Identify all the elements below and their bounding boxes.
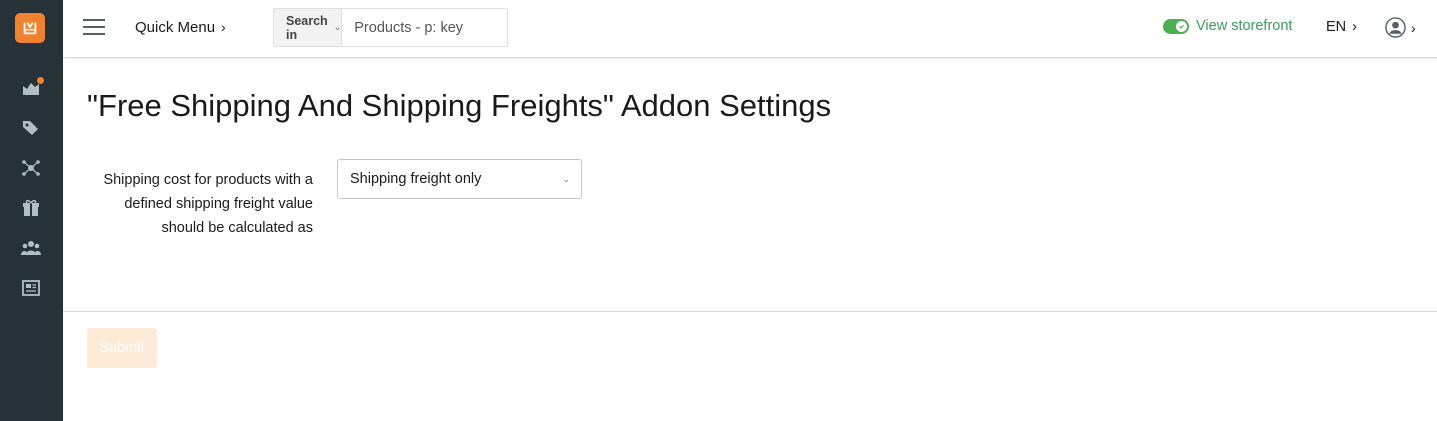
search-scope-label: Search in	[286, 13, 328, 42]
chevron-down-icon: ⌄	[333, 22, 342, 32]
menu-toggle-icon[interactable]	[83, 17, 105, 37]
form-divider	[63, 311, 1437, 312]
search-input[interactable]	[342, 9, 542, 46]
gift-icon	[23, 199, 39, 216]
shipping-cost-field-label: Shipping cost for products with a define…	[103, 172, 313, 236]
view-storefront-label: View storefront	[1196, 18, 1293, 34]
select-value: Shipping freight only	[350, 171, 482, 187]
shipping-cost-select[interactable]: Shipping freight only ⌄	[337, 159, 582, 199]
quick-menu-button[interactable]: Quick Menu ›	[135, 19, 226, 36]
sidebar-item-customers[interactable]	[20, 237, 42, 259]
language-selector[interactable]: EN ›	[1326, 19, 1357, 35]
chevron-down-icon: ⌄	[562, 174, 570, 184]
check-icon	[1176, 20, 1187, 32]
network-icon	[22, 160, 40, 176]
language-label: EN	[1326, 19, 1347, 35]
sidebar	[0, 0, 63, 421]
users-icon	[21, 241, 41, 255]
submit-button[interactable]: Submit	[87, 328, 157, 368]
page-title: "Free Shipping And Shipping Freights" Ad…	[87, 88, 832, 123]
news-icon	[22, 280, 40, 296]
logo-icon	[23, 22, 37, 35]
top-bar: Quick Menu› Search in ⌄ View storefront …	[63, 0, 1437, 58]
chevron-right-icon: ›	[1352, 19, 1357, 35]
storefront-status-toggle[interactable]	[1163, 18, 1189, 34]
sidebar-item-dashboard[interactable]	[20, 77, 44, 99]
sidebar-item-network[interactable]	[20, 157, 42, 179]
view-storefront-link[interactable]: View storefront	[1163, 18, 1292, 34]
quick-menu-label: Quick Menu	[135, 19, 216, 36]
search-scope-dropdown[interactable]: Search in ⌄	[274, 9, 343, 46]
sidebar-item-tags[interactable]	[20, 117, 42, 139]
tags-icon	[23, 121, 38, 135]
search-bar: Search in ⌄	[273, 8, 542, 47]
user-avatar-icon	[1385, 17, 1406, 38]
app-logo[interactable]	[15, 13, 45, 43]
notification-dot	[37, 77, 44, 84]
user-menu[interactable]: ›	[1385, 17, 1416, 38]
sidebar-item-promotions[interactable]	[20, 197, 42, 219]
chevron-right-icon: ›	[221, 19, 226, 35]
chevron-right-icon: ›	[1411, 19, 1416, 36]
sidebar-item-content[interactable]	[20, 277, 42, 299]
